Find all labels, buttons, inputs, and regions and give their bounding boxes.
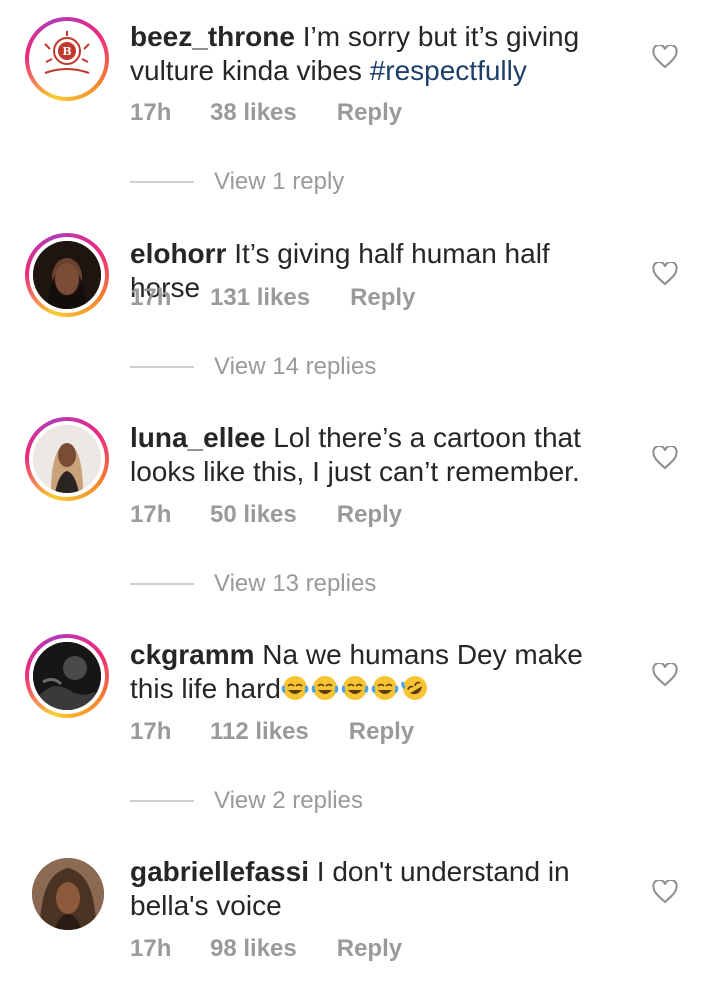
hashtag-link[interactable]: #respectfully xyxy=(370,55,527,86)
comment-time: 17h xyxy=(130,99,172,126)
comment-username[interactable]: ckgramm xyxy=(130,639,255,670)
heart-outline-icon[interactable] xyxy=(652,663,678,687)
view-replies-button[interactable]: View 13 replies xyxy=(130,570,376,598)
comment-meta: 17h 38 likes Reply xyxy=(130,99,402,127)
reply-button[interactable]: Reply xyxy=(337,501,402,529)
comment-meta: 17h 50 likes Reply xyxy=(130,501,402,529)
avatar[interactable] xyxy=(32,858,104,930)
svg-text:B: B xyxy=(62,45,71,58)
divider-line xyxy=(130,366,194,368)
comment-meta: 17h 98 likes Reply xyxy=(130,935,402,963)
view-replies-button[interactable]: View 2 replies xyxy=(130,787,363,815)
comment-username[interactable]: elohorr xyxy=(130,238,226,269)
comment-username[interactable]: beez_throne xyxy=(130,21,295,52)
comment-text: gabriellefassi I don't understand in bel… xyxy=(130,855,620,923)
face-with-tears-of-joy-icon xyxy=(341,676,369,700)
comment-likes[interactable]: 98 likes xyxy=(210,935,297,963)
face-with-tears-of-joy-icon xyxy=(281,676,309,700)
face-with-tears-of-joy-icon xyxy=(311,676,339,700)
comment-time: 17h xyxy=(130,935,172,962)
comment-text: ckgramm Na we humans Dey make this life … xyxy=(130,638,620,706)
comment-meta: 17h 112 likes Reply xyxy=(130,718,414,746)
heart-outline-icon[interactable] xyxy=(652,262,678,286)
face-with-tears-of-joy-icon xyxy=(371,676,399,700)
comment-username[interactable]: luna_ellee xyxy=(130,422,265,453)
comment-username[interactable]: gabriellefassi xyxy=(130,856,309,887)
reply-button[interactable]: Reply xyxy=(337,99,402,127)
profile-photo-icon xyxy=(33,642,101,710)
avatar[interactable] xyxy=(25,417,109,501)
comment-likes[interactable]: 112 likes xyxy=(210,718,309,746)
profile-photo-icon xyxy=(33,425,101,493)
avatar[interactable]: B xyxy=(25,17,109,101)
view-replies-button[interactable]: View 14 replies xyxy=(130,353,376,381)
view-replies-button[interactable]: View 1 reply xyxy=(130,168,344,196)
reply-button[interactable]: Reply xyxy=(337,935,402,963)
comment-likes[interactable]: 50 likes xyxy=(210,501,297,529)
reply-button[interactable]: Reply xyxy=(350,284,415,312)
comment-text: beez_throne I’m sorry but it’s giving vu… xyxy=(130,20,620,88)
heart-outline-icon[interactable] xyxy=(652,45,678,69)
divider-line xyxy=(130,800,194,802)
comment-likes[interactable]: 131 likes xyxy=(210,284,310,312)
view-replies-label: View 2 replies xyxy=(214,787,363,814)
heart-outline-icon[interactable] xyxy=(652,446,678,470)
comment-text: luna_ellee Lol there’s a cartoon that lo… xyxy=(130,421,620,489)
comments-list: B beez_throne I’m sorry but it’s giving … xyxy=(0,0,720,982)
comment-time: 17h xyxy=(130,284,172,311)
comment-time: 17h xyxy=(130,501,172,528)
brand-logo-icon: B xyxy=(33,25,101,93)
reply-button[interactable]: Reply xyxy=(349,718,414,746)
comment-meta: 17h 131 likes Reply xyxy=(130,284,415,312)
rolling-on-floor-laughing-icon xyxy=(401,676,427,700)
profile-photo-icon xyxy=(33,241,101,309)
view-replies-label: View 1 reply xyxy=(214,168,345,195)
divider-line xyxy=(130,583,194,585)
comment-time: 17h xyxy=(130,718,172,745)
heart-outline-icon[interactable] xyxy=(652,880,678,904)
avatar[interactable] xyxy=(25,634,109,718)
view-replies-label: View 13 replies xyxy=(214,570,377,597)
view-replies-label: View 14 replies xyxy=(214,353,377,380)
comment-likes[interactable]: 38 likes xyxy=(210,99,297,127)
divider-line xyxy=(130,181,194,183)
profile-photo-icon xyxy=(32,858,104,930)
avatar[interactable] xyxy=(25,233,109,317)
